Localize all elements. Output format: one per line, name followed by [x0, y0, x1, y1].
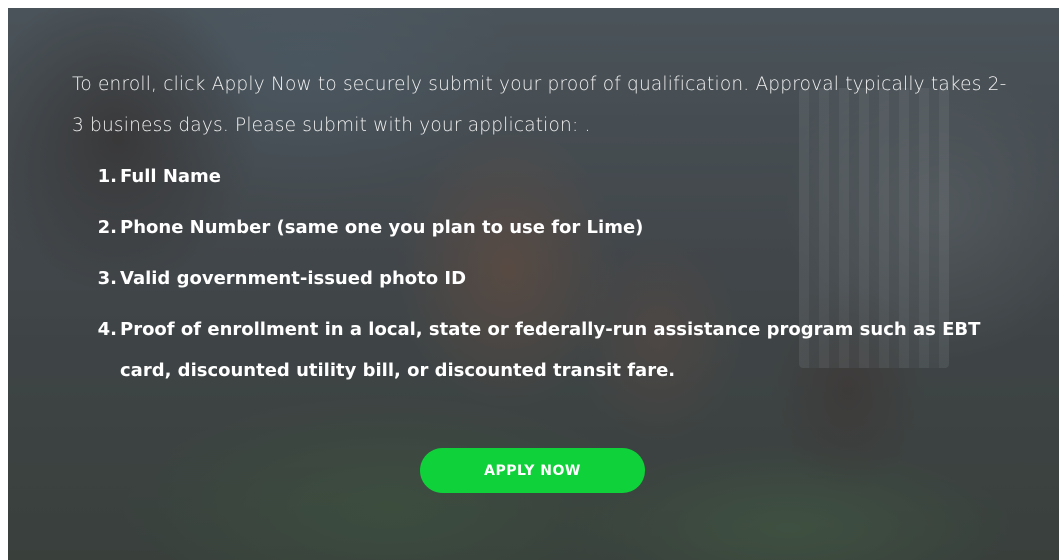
requirements-list: 1. Full Name 2. Phone Number (same one y… [72, 156, 1012, 391]
requirement-phone-number: Phone Number (same one you plan to use f… [120, 217, 644, 238]
list-number: 4. [97, 319, 117, 340]
apply-now-button[interactable]: APPLY NOW [420, 448, 645, 493]
list-item: 1. Full Name [72, 156, 1012, 197]
requirement-proof-of-enrollment: Proof of enrollment in a local, state or… [120, 319, 981, 381]
list-number: 2. [97, 217, 117, 238]
hero-section: To enroll, click Apply Now to securely s… [8, 8, 1059, 560]
list-number: 1. [97, 166, 117, 187]
intro-text: To enroll, click Apply Now to securely s… [72, 74, 1007, 136]
list-item: 2. Phone Number (same one you plan to us… [72, 207, 1012, 248]
requirement-photo-id: Valid government-issued photo ID [120, 268, 467, 289]
list-item: 3. Valid government-issued photo ID [72, 258, 1012, 299]
requirement-full-name: Full Name [120, 166, 221, 187]
apply-button-wrapper: APPLY NOW [420, 448, 645, 493]
enrollment-content: To enroll, click Apply Now to securely s… [72, 64, 1012, 401]
list-number: 3. [97, 268, 117, 289]
list-item: 4. Proof of enrollment in a local, state… [72, 309, 1012, 391]
